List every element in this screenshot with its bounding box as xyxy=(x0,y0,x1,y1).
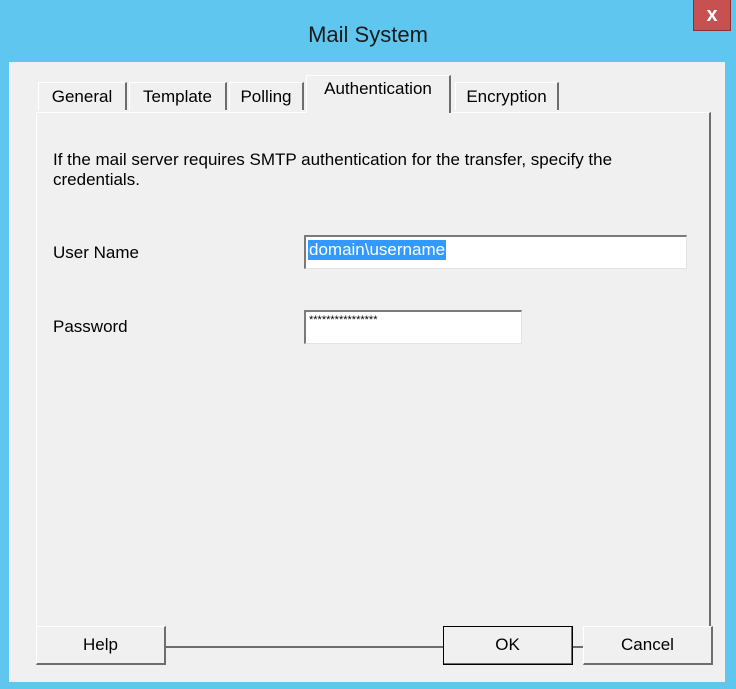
cancel-button[interactable]: Cancel xyxy=(583,626,713,665)
ok-button[interactable]: OK xyxy=(443,626,573,665)
tab-general[interactable]: General xyxy=(38,82,127,110)
tab-label: Authentication xyxy=(324,79,432,98)
tab-polling[interactable]: Polling xyxy=(229,82,304,110)
cancel-button-label: Cancel xyxy=(621,635,674,654)
user-name-label: User Name xyxy=(53,243,139,262)
dialog-client-area: General Template Polling Authentication … xyxy=(9,62,725,682)
password-label: Password xyxy=(53,317,128,336)
window-title: Mail System xyxy=(308,22,428,47)
title-bar[interactable]: Mail System xyxy=(0,0,736,70)
user-name-value: domain\username xyxy=(308,240,447,260)
help-button-label: Help xyxy=(83,635,118,654)
tab-label: General xyxy=(51,87,113,106)
user-name-input[interactable]: domain\username xyxy=(304,235,687,269)
tab-encryption[interactable]: Encryption xyxy=(455,82,559,110)
authentication-description: If the mail server requires SMTP authent… xyxy=(53,150,613,189)
tab-template[interactable]: Template xyxy=(129,82,227,110)
ok-button-label: OK xyxy=(495,635,520,654)
close-button[interactable]: x xyxy=(693,0,731,31)
tab-label: Encryption xyxy=(466,87,547,106)
authentication-panel: If the mail server requires SMTP authent… xyxy=(36,112,711,648)
dialog-window: Mail System x General Template Polling A… xyxy=(0,0,736,689)
password-input[interactable]: **************** xyxy=(304,310,522,344)
tab-authentication[interactable]: Authentication xyxy=(306,75,451,113)
help-button[interactable]: Help xyxy=(36,626,166,665)
tab-label: Template xyxy=(143,87,212,106)
password-value: **************** xyxy=(309,314,378,326)
close-icon: x xyxy=(706,4,718,26)
tab-label: Polling xyxy=(240,87,292,106)
